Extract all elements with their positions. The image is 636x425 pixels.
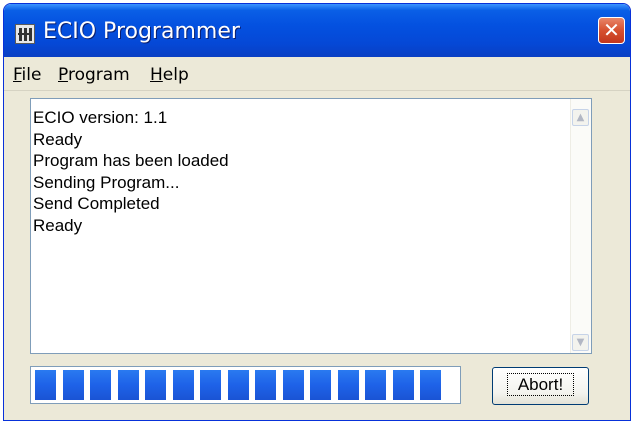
progress-segment [35,370,56,400]
progress-segment [200,370,221,400]
progress-bar [30,366,461,404]
log-line: Program has been loaded [33,151,229,170]
progress-segment [392,370,414,400]
progress-segment [90,370,111,400]
window-title: ECIO Programmer [43,19,240,44]
menu-program[interactable]: Program [58,65,130,85]
menu-bar: File Program Help [4,57,630,91]
progress-segment [227,370,249,400]
progress-segment [337,370,359,400]
output-log[interactable]: ECIO version: 1.1 Ready Program has been… [30,98,592,354]
log-lines: ECIO version: 1.1 Ready Program has been… [33,107,229,236]
log-line: Send Completed [33,194,160,213]
progress-segment [172,370,194,400]
progress-segment [310,370,331,400]
menu-file[interactable]: File [13,65,41,85]
abort-button[interactable]: Abort! [492,367,589,405]
log-line: Ready [33,129,83,149]
progress-segment [117,370,139,400]
progress-segment [420,370,441,400]
close-button[interactable]: ✕ [598,17,625,44]
progress-segment [282,370,304,400]
log-line: Ready [33,215,83,235]
scroll-up-arrow-icon[interactable]: ▲ [572,109,589,126]
menu-help[interactable]: Help [150,65,189,85]
log-line: Sending Program... [33,172,180,192]
log-line: ECIO version: 1.1 [33,108,168,127]
progress-segment [365,370,386,400]
progress-segment [255,370,276,400]
title-bar[interactable]: ECIO Programmer ✕ [4,4,630,57]
scroll-down-arrow-icon[interactable]: ▼ [572,334,589,351]
progress-segment [145,370,166,400]
progress-segment [62,370,84,400]
app-icon [15,24,35,44]
vertical-scrollbar[interactable]: ▲ ▼ [570,99,591,353]
